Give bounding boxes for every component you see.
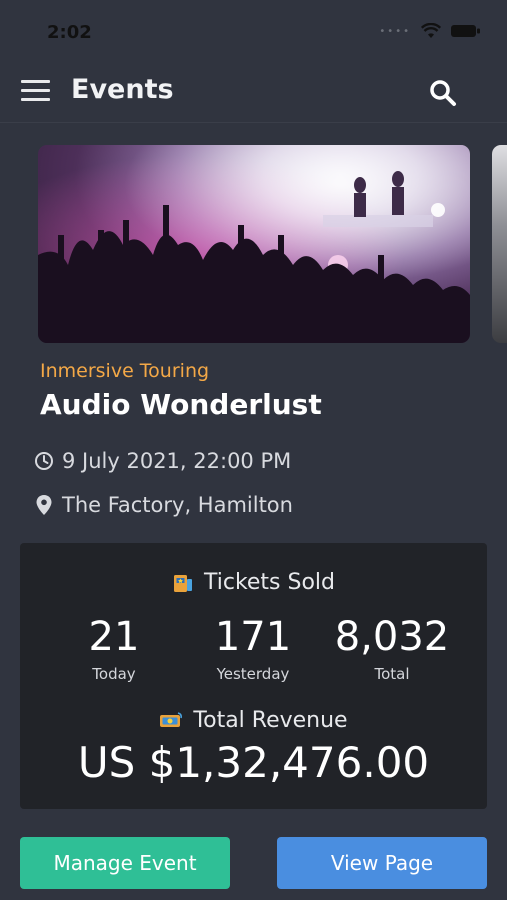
stat-today-value: 21: [88, 614, 140, 660]
event-date-row: 9 July 2021, 22:00 PM: [34, 449, 291, 473]
app-bar: Events: [0, 62, 507, 123]
event-image[interactable]: [38, 145, 470, 343]
status-time: 2:02: [47, 22, 92, 43]
event-subtitle: Inmersive Touring: [40, 360, 210, 382]
stat-today: 21 Today: [44, 613, 184, 683]
page-title: Events: [71, 74, 174, 105]
revenue-amount: US $1,32,476.00: [77, 738, 430, 787]
total-revenue-heading: Total Revenue: [20, 708, 487, 733]
signal-dots-icon: ••••: [379, 25, 411, 37]
stats-card: Tickets Sold 21 Today 171 Yesterday 8,03…: [20, 543, 487, 809]
stat-total-value: 8,032: [334, 614, 450, 660]
status-icons: ••••: [379, 23, 481, 39]
view-page-button[interactable]: View Page: [277, 837, 487, 889]
battery-icon: [451, 25, 480, 37]
clock-icon: [35, 452, 53, 470]
next-event-image[interactable]: [492, 145, 507, 343]
stat-today-label: Today: [92, 665, 136, 683]
stat-total: 8,032 Total: [322, 613, 462, 683]
tickets-sold-heading: Tickets Sold: [20, 570, 487, 595]
event-location: The Factory, Hamilton: [62, 493, 293, 517]
stat-yesterday-label: Yesterday: [216, 665, 290, 683]
event-location-row: The Factory, Hamilton: [34, 493, 293, 517]
stat-yesterday: 171 Yesterday: [183, 613, 323, 683]
manage-event-button[interactable]: Manage Event: [20, 837, 230, 889]
location-pin-icon: [36, 495, 52, 515]
event-datetime: 9 July 2021, 22:00 PM: [62, 449, 292, 473]
menu-icon[interactable]: [21, 80, 50, 102]
status-bar: 2:02 ••••: [0, 0, 507, 62]
tickets-sold-label: Tickets Sold: [203, 570, 336, 595]
event-carousel[interactable]: [0, 145, 507, 343]
ticket-icon: [173, 574, 192, 592]
stat-yesterday-value: 171: [214, 614, 292, 660]
money-icon: [160, 711, 183, 727]
total-revenue-label: Total Revenue: [193, 708, 348, 733]
concert-crowd-image: [38, 145, 470, 343]
search-icon[interactable]: [428, 78, 458, 108]
event-title: Audio Wonderlust: [40, 388, 322, 421]
wifi-icon: [421, 23, 441, 38]
stat-total-label: Total: [374, 665, 410, 683]
